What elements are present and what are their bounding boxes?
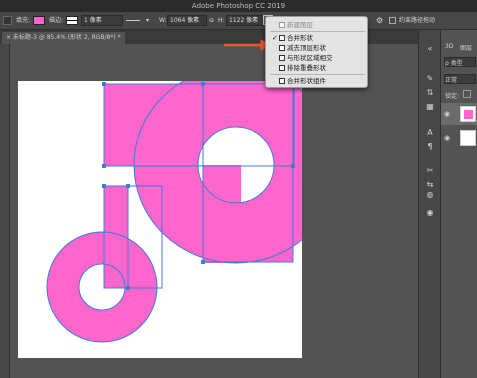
menu-separator bbox=[270, 74, 365, 75]
menu-separator bbox=[270, 31, 365, 32]
path-operations-menu: 新建图层 ✓ 合并形状 减去顶层形状 与形状区域相交 排除重叠形状 合并形状组件 bbox=[265, 16, 368, 88]
menu-item-subtract-front-shape[interactable]: 减去顶层形状 bbox=[266, 43, 367, 53]
new-layer-icon bbox=[279, 22, 285, 28]
layer-thumbnail-shape bbox=[464, 110, 473, 119]
anchor-point[interactable] bbox=[102, 82, 106, 86]
lock-pixels-icon[interactable] bbox=[463, 90, 471, 98]
layer-filter-label: ρ 类型 bbox=[445, 60, 463, 67]
subtract-shape-icon bbox=[279, 45, 285, 51]
layer-thumbnail bbox=[460, 106, 476, 122]
exclude-shape-icon bbox=[279, 65, 285, 71]
character-icon[interactable]: A bbox=[425, 128, 435, 137]
layers-panel: 3D 图层 ρ 类型 正常 锁定: ◉ ◉ bbox=[440, 30, 477, 378]
blend-mode-select[interactable]: 正常 bbox=[444, 74, 476, 84]
sphere-icon[interactable]: ◉ bbox=[425, 208, 435, 217]
paragraph-icon[interactable]: ¶ bbox=[425, 142, 435, 151]
blend-mode-value: 正常 bbox=[445, 77, 458, 84]
layer-filter-field[interactable]: ρ 类型 bbox=[444, 57, 476, 67]
swatches-icon[interactable]: ▦ bbox=[425, 102, 435, 111]
menu-item-intersect-shape-areas[interactable]: 与形状区域相交 bbox=[266, 53, 367, 63]
anchor-point[interactable] bbox=[102, 164, 106, 168]
checkmark-icon: ✓ bbox=[272, 34, 278, 42]
shape-layer[interactable] bbox=[0, 0, 477, 378]
anchor-point[interactable] bbox=[201, 260, 205, 264]
menu-item-label: 新建图层 bbox=[287, 21, 313, 29]
anchor-point[interactable] bbox=[126, 286, 130, 290]
menu-item-label: 减去顶层形状 bbox=[287, 44, 326, 52]
anchor-point[interactable] bbox=[126, 184, 130, 188]
menu-item-new-layer[interactable]: 新建图层 bbox=[266, 20, 367, 30]
adjustments-icon[interactable]: ⇅ bbox=[425, 88, 435, 97]
shape-inner-square[interactable] bbox=[203, 165, 241, 263]
visibility-eye-icon[interactable]: ◉ bbox=[444, 110, 450, 118]
anchor-point[interactable] bbox=[102, 184, 106, 188]
menu-item-label: 与形状区域相交 bbox=[287, 54, 333, 62]
menu-item-label: 合并形状 bbox=[287, 34, 313, 42]
anchor-point[interactable] bbox=[201, 82, 205, 86]
merge-components-icon bbox=[279, 78, 285, 84]
menu-item-label: 排除重叠形状 bbox=[287, 64, 326, 72]
tab-3d[interactable]: 3D bbox=[445, 43, 453, 50]
visibility-eye-icon[interactable]: ◉ bbox=[444, 134, 450, 142]
panel-dock: « ✎ ⇅ ▦ A ¶ ✂ ⇆ ◍ ◉ bbox=[418, 30, 440, 378]
lock-label: 锁定: bbox=[445, 93, 460, 100]
layer-row-shape[interactable]: ◉ bbox=[441, 103, 477, 125]
layer-thumbnail bbox=[460, 130, 476, 146]
clone-source-icon[interactable]: ⇆ bbox=[425, 180, 435, 189]
layer-row-background[interactable]: ◉ bbox=[441, 127, 477, 149]
3d-object-icon[interactable]: ◍ bbox=[425, 190, 435, 199]
combine-shapes-icon bbox=[279, 35, 285, 41]
tab-layers[interactable]: 图层 bbox=[460, 43, 472, 52]
annotation-arrow bbox=[224, 39, 272, 51]
anchor-point[interactable] bbox=[291, 164, 295, 168]
intersect-shape-icon bbox=[279, 55, 285, 61]
tools-icon[interactable]: ✂ bbox=[425, 166, 435, 175]
menu-item-merge-shape-components[interactable]: 合并形状组件 bbox=[266, 76, 367, 86]
collapse-chevron-icon[interactable]: « bbox=[425, 44, 435, 53]
menu-item-exclude-overlapping-shapes[interactable]: 排除重叠形状 bbox=[266, 63, 367, 73]
brush-icon[interactable]: ✎ bbox=[425, 74, 435, 83]
menu-item-label: 合并形状组件 bbox=[287, 77, 326, 85]
menu-item-combine-shapes[interactable]: ✓ 合并形状 bbox=[266, 33, 367, 43]
